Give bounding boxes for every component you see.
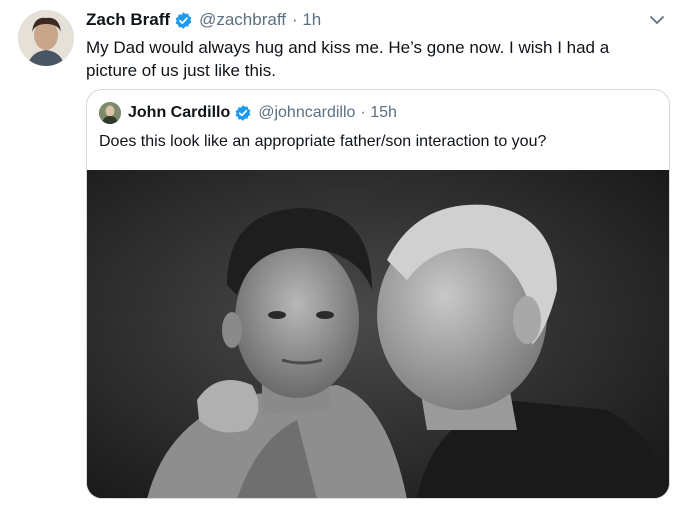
- tweet-header: Zach Braff @zachbraff · 1h: [86, 9, 321, 31]
- verified-badge-icon: [174, 11, 193, 30]
- author-handle[interactable]: @zachbraff: [199, 10, 286, 30]
- quoted-tweet-photo[interactable]: [87, 170, 669, 498]
- verified-badge-icon: [234, 104, 253, 123]
- tweet-text: My Dad would always hug and kiss me. He’…: [86, 38, 610, 80]
- quoted-tweet-card[interactable]: John Cardillo @johncardillo · 15h Does t…: [86, 89, 670, 499]
- author-avatar[interactable]: [18, 10, 74, 66]
- chevron-down-icon[interactable]: [647, 10, 667, 30]
- quoted-tweet-text: Does this look like an appropriate fathe…: [99, 133, 547, 150]
- quoted-author-avatar: [99, 102, 121, 124]
- quoted-author-handle: @johncardillo: [258, 104, 356, 121]
- quoted-tweet-header: John Cardillo @johncardillo · 15h: [99, 102, 397, 124]
- tweet-timestamp[interactable]: · 1h: [292, 10, 321, 30]
- quoted-tweet-timestamp: · 15h: [360, 104, 397, 121]
- author-name[interactable]: Zach Braff: [86, 10, 170, 30]
- quoted-author-name: John Cardillo: [128, 104, 231, 121]
